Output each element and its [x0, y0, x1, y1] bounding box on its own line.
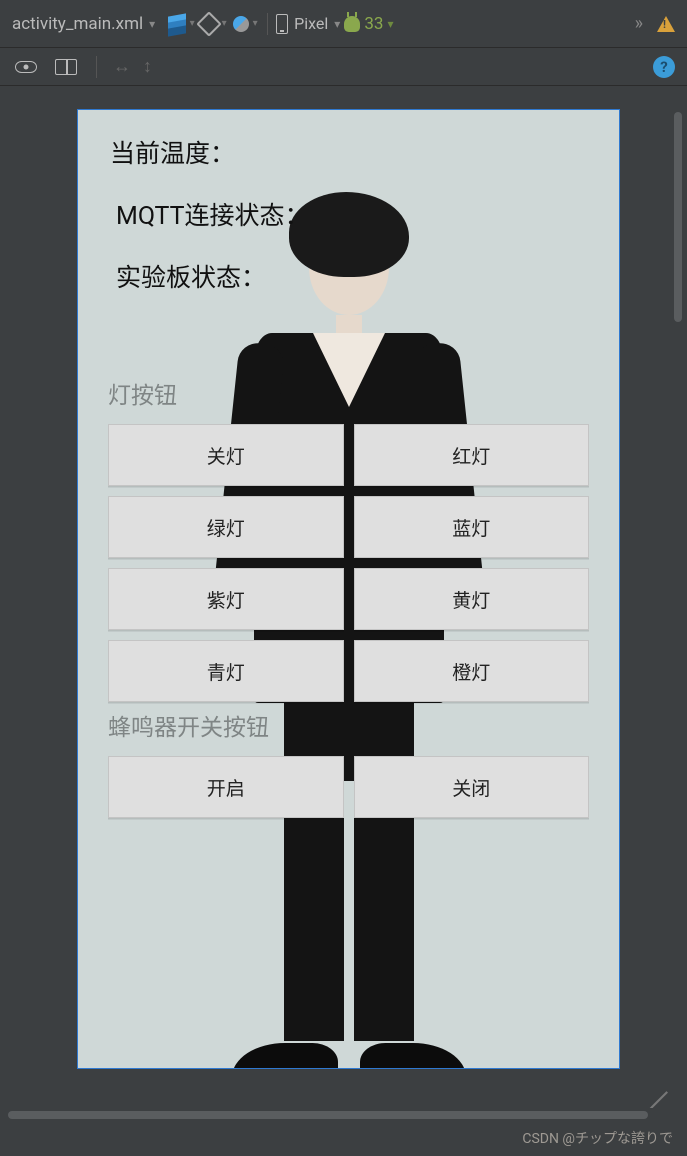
file-dropdown[interactable]: activity_main.xml ▾ [12, 14, 163, 34]
help-button[interactable]: ? [653, 56, 675, 78]
design-canvas[interactable]: 当前温度： MQTT连接状态： 实验板状态： 灯按钮 关灯 红灯 绿灯 蓝灯 紫… [0, 86, 687, 1108]
split-view-icon [55, 59, 77, 75]
expand-horizontal-button: ↔ [113, 56, 131, 77]
day-night-icon [233, 16, 249, 32]
light-blue-button[interactable]: 蓝灯 [354, 496, 590, 558]
split-toggle-button[interactable] [52, 53, 80, 81]
light-off-button[interactable]: 关灯 [108, 424, 344, 486]
preview-toggle-button[interactable] [12, 53, 40, 81]
chevron-down-icon: ▾ [387, 17, 393, 31]
buzzer-on-button[interactable]: 开启 [108, 756, 344, 818]
file-name-label: activity_main.xml [12, 14, 143, 34]
expand-vertical-button: ↕ [143, 56, 152, 77]
light-button-grid: 关灯 红灯 绿灯 蓝灯 紫灯 黄灯 青灯 橙灯 [108, 424, 589, 702]
light-yellow-button[interactable]: 黄灯 [354, 568, 590, 630]
orientation-button[interactable]: ▾ [199, 10, 227, 38]
app-content: 当前温度： MQTT连接状态： 实验板状态： 灯按钮 关灯 红灯 绿灯 蓝灯 紫… [78, 110, 619, 1068]
rotate-icon [196, 11, 221, 36]
vertical-scrollbar[interactable] [669, 96, 687, 1096]
theme-mode-button[interactable]: ▾ [231, 10, 259, 38]
device-select[interactable]: Pixel ▾ [276, 14, 340, 34]
api-select[interactable]: 33 ▾ [344, 14, 393, 34]
view-layers-button[interactable]: ▾ [167, 10, 195, 38]
eye-icon [15, 61, 37, 73]
light-red-button[interactable]: 红灯 [354, 424, 590, 486]
buzzer-off-button[interactable]: 关闭 [354, 756, 590, 818]
light-cyan-button[interactable]: 青灯 [108, 640, 344, 702]
light-orange-button[interactable]: 橙灯 [354, 640, 590, 702]
separator [96, 56, 97, 78]
vertical-scroll-thumb[interactable] [674, 112, 682, 322]
android-head-icon [344, 16, 360, 32]
resize-handle[interactable] [627, 1056, 667, 1096]
warning-icon[interactable] [657, 16, 675, 32]
buzzer-section-label: 蜂鸣器开关按钮 [108, 708, 589, 742]
design-toolbar: activity_main.xml ▾ ▾ ▾ ▾ Pixel ▾ 33 ▾ » [0, 0, 687, 48]
mqtt-status-label: MQTT连接状态： [114, 196, 589, 232]
horizontal-scroll-thumb[interactable] [8, 1111, 648, 1119]
device-label: Pixel [294, 14, 328, 33]
device-frame[interactable]: 当前温度： MQTT连接状态： 实验板状态： 灯按钮 关灯 红灯 绿灯 蓝灯 紫… [77, 109, 620, 1069]
board-status-label: 实验板状态： [114, 258, 589, 294]
light-section-label: 灯按钮 [108, 376, 589, 410]
buzzer-button-grid: 开启 关闭 [108, 756, 589, 818]
design-subtoolbar: ↔ ↕ ? [0, 48, 687, 86]
horizontal-scrollbar[interactable] [0, 1111, 669, 1121]
light-purple-button[interactable]: 紫灯 [108, 568, 344, 630]
chevron-down-icon: ▾ [149, 17, 155, 31]
temperature-label: 当前温度： [108, 134, 589, 170]
overflow-menu-button[interactable]: » [635, 13, 643, 34]
light-green-button[interactable]: 绿灯 [108, 496, 344, 558]
help-icon: ? [660, 58, 667, 76]
watermark: CSDN @チップな誇りで [522, 1128, 673, 1148]
separator [267, 13, 268, 35]
api-label: 33 [364, 14, 383, 34]
phone-icon [276, 14, 288, 34]
chevron-down-icon: ▾ [334, 17, 340, 31]
layers-icon [168, 15, 186, 33]
